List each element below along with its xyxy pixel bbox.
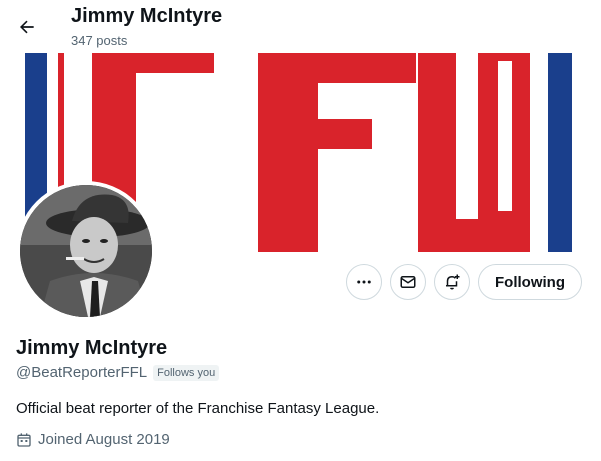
arrow-left-icon [20,20,34,34]
bell-plus-icon [446,274,460,290]
header-title: Jimmy McIntyre [71,5,223,27]
avatar[interactable] [16,181,156,321]
profile-handle: @BeatReporterFFL [16,364,148,381]
back-button[interactable] [10,10,44,44]
handle-row: @BeatReporterFFL Follows you [16,364,220,381]
profile-bio: Official beat reporter of the Franchise … [16,400,380,417]
following-button[interactable]: Following [478,264,582,300]
profile-header: Jimmy McIntyre 347 posts [0,0,601,53]
avatar-photo [20,185,152,317]
more-button[interactable] [346,264,382,300]
follows-you-badge: Follows you [153,364,220,381]
notifications-button[interactable] [434,264,470,300]
more-horizontal-icon [357,280,371,284]
message-button[interactable] [390,264,426,300]
joined-text: Joined August 2019 [38,431,170,448]
profile-name: Jimmy McIntyre [16,337,168,359]
envelope-icon [400,276,416,288]
post-count: 347 posts [71,33,128,48]
calendar-icon [17,432,31,447]
joined-date: Joined August 2019 [16,431,170,448]
